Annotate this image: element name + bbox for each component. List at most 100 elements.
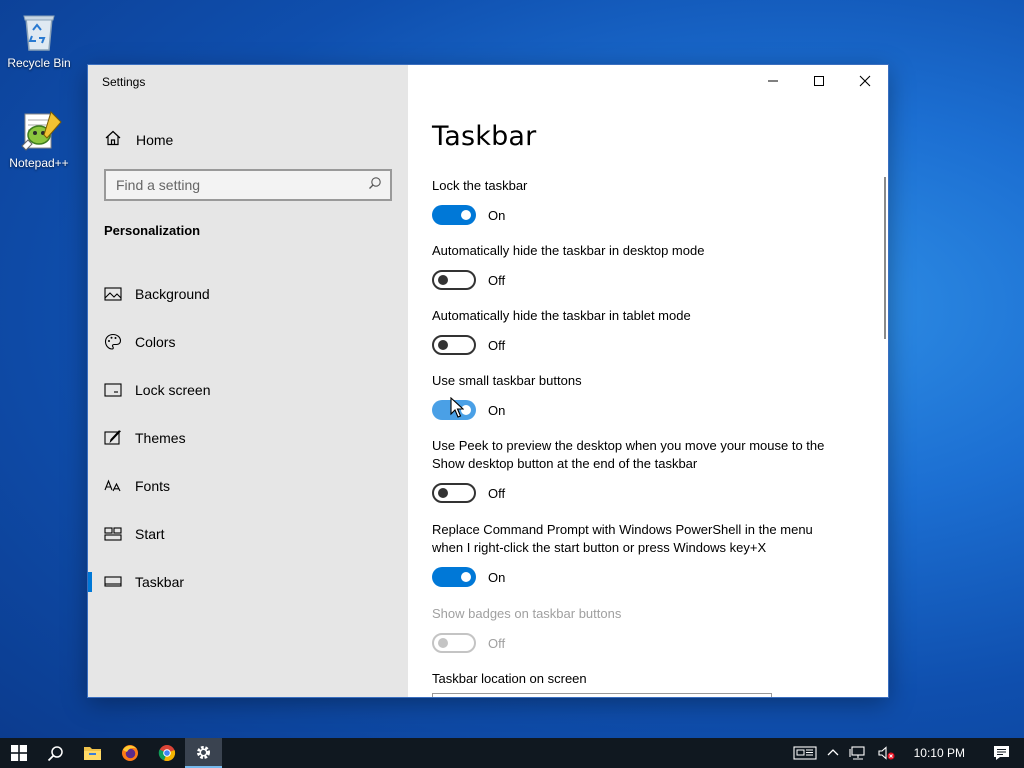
setting-powershell: Replace Command Prompt with Windows Powe… xyxy=(432,521,862,587)
taskbar-search-button[interactable] xyxy=(37,738,74,768)
system-tray: 10:10 PM xyxy=(788,738,1024,768)
notepad-plus-plus-icon xyxy=(17,108,62,152)
chrome-icon xyxy=(158,745,175,762)
page-title: Taskbar xyxy=(432,121,537,152)
close-button[interactable] xyxy=(842,65,888,97)
toggle-state: Off xyxy=(488,635,506,651)
maximize-icon xyxy=(814,76,824,86)
setting-label-line: Show desktop button at the end of the ta… xyxy=(432,456,698,471)
close-icon xyxy=(859,75,871,87)
settings-content: Taskbar Lock the taskbar On Automaticall… xyxy=(408,65,888,697)
volume-muted-icon xyxy=(878,746,895,760)
file-explorer-icon xyxy=(84,747,101,760)
setting-label: Taskbar location on screen xyxy=(432,671,587,686)
settings-window: Settings Home Personalization Background xyxy=(88,65,888,697)
window-title: Settings xyxy=(102,75,146,89)
tray-action-center[interactable] xyxy=(979,738,1024,768)
setting-label: Automatically hide the taskbar in deskto… xyxy=(432,243,705,258)
scrollbar-thumb[interactable] xyxy=(884,177,886,339)
toggle-state: Off xyxy=(488,485,506,501)
sidebar-item-label: Colors xyxy=(135,334,176,350)
start-button[interactable] xyxy=(0,738,37,768)
start-icon xyxy=(104,525,122,543)
recycle-bin-icon xyxy=(17,8,61,52)
setting-label: Use small taskbar buttons xyxy=(432,373,582,388)
brush-icon xyxy=(104,429,122,447)
minimize-button[interactable] xyxy=(750,65,796,97)
mouse-cursor-icon xyxy=(450,396,465,424)
sidebar-item-lock-screen[interactable]: Lock screen xyxy=(88,366,408,414)
setting-label: Replace Command Prompt with Windows Powe… xyxy=(432,521,862,557)
firefox-icon xyxy=(121,745,138,761)
notification-icon xyxy=(994,746,1009,760)
sidebar-item-label: Lock screen xyxy=(135,382,211,398)
desktop-icon-recycle-bin[interactable]: Recycle Bin xyxy=(4,8,74,70)
autohide-desktop-toggle[interactable] xyxy=(432,270,476,290)
chevron-up-icon xyxy=(827,749,839,756)
windows-taskbar: 10:10 PM xyxy=(0,738,1024,768)
home-nav-item[interactable]: Home xyxy=(104,129,173,150)
toggle-state: Off xyxy=(488,272,506,288)
setting-small-buttons: Use small taskbar buttons On xyxy=(432,372,862,420)
taskbar-file-explorer[interactable] xyxy=(74,738,111,768)
settings-sidebar: Settings Home Personalization Background xyxy=(88,65,408,697)
search-icon xyxy=(47,745,63,761)
sidebar-nav: Background Colors Lock screen Themes Fon… xyxy=(88,270,408,606)
settings-gear-icon xyxy=(197,745,210,759)
badges-toggle xyxy=(432,633,476,653)
palette-icon xyxy=(104,333,122,351)
sidebar-item-fonts[interactable]: Fonts xyxy=(88,462,408,510)
home-icon xyxy=(104,129,122,150)
toggle-state: On xyxy=(488,402,506,418)
find-setting-search-box xyxy=(104,169,392,201)
keyboard-icon xyxy=(793,746,817,760)
desktop-icon-notepad-plus-plus[interactable]: Notepad++ xyxy=(4,108,74,170)
windows-start-icon xyxy=(10,745,27,761)
search-icon[interactable] xyxy=(368,176,382,195)
sidebar-item-label: Start xyxy=(135,526,165,542)
desktop-icon-label: Notepad++ xyxy=(9,156,69,170)
sidebar-item-start[interactable]: Start xyxy=(88,510,408,558)
network-icon xyxy=(849,746,865,760)
taskbar-location-dropdown[interactable] xyxy=(432,693,772,697)
setting-autohide-tablet: Automatically hide the taskbar in tablet… xyxy=(432,307,862,355)
sidebar-item-taskbar[interactable]: Taskbar xyxy=(88,558,408,606)
taskbar-firefox[interactable] xyxy=(111,738,148,768)
setting-lock-taskbar: Lock the taskbar On xyxy=(432,177,862,225)
tray-clock[interactable]: 10:10 PM xyxy=(900,738,979,768)
setting-taskbar-location: Taskbar location on screen xyxy=(432,670,862,688)
minimize-icon xyxy=(768,80,778,82)
lock-screen-icon xyxy=(104,381,122,399)
maximize-button[interactable] xyxy=(796,65,842,97)
setting-badges: Show badges on taskbar buttons Off xyxy=(432,605,862,653)
tray-input-indicator[interactable] xyxy=(788,738,822,768)
setting-label: Use Peek to preview the desktop when you… xyxy=(432,437,862,473)
taskbar-chrome[interactable] xyxy=(148,738,185,768)
sidebar-item-themes[interactable]: Themes xyxy=(88,414,408,462)
sidebar-item-colors[interactable]: Colors xyxy=(88,318,408,366)
setting-label-line: Use Peek to preview the desktop when you… xyxy=(432,438,825,453)
tray-show-hidden[interactable] xyxy=(822,738,844,768)
lock-taskbar-toggle[interactable] xyxy=(432,205,476,225)
tray-volume[interactable] xyxy=(872,738,900,768)
peek-toggle[interactable] xyxy=(432,483,476,503)
home-label: Home xyxy=(136,131,174,148)
taskbar-icon xyxy=(104,573,122,591)
powershell-toggle[interactable] xyxy=(432,567,476,587)
setting-label: Show badges on taskbar buttons xyxy=(432,606,622,621)
picture-icon xyxy=(104,285,122,303)
setting-label-line: Replace Command Prompt with Windows Powe… xyxy=(432,522,813,537)
sidebar-item-label: Themes xyxy=(135,430,186,446)
section-heading: Personalization xyxy=(104,223,201,238)
sidebar-item-background[interactable]: Background xyxy=(88,270,408,318)
autohide-tablet-toggle[interactable] xyxy=(432,335,476,355)
taskbar-settings[interactable] xyxy=(185,738,222,768)
toggle-state: On xyxy=(488,207,506,223)
setting-peek: Use Peek to preview the desktop when you… xyxy=(432,437,862,503)
sidebar-item-label: Fonts xyxy=(135,478,171,494)
toggle-state: Off xyxy=(488,337,506,353)
toggle-state: On xyxy=(488,569,506,585)
tray-network[interactable] xyxy=(844,738,872,768)
font-icon xyxy=(104,477,122,495)
search-input[interactable] xyxy=(116,177,368,193)
